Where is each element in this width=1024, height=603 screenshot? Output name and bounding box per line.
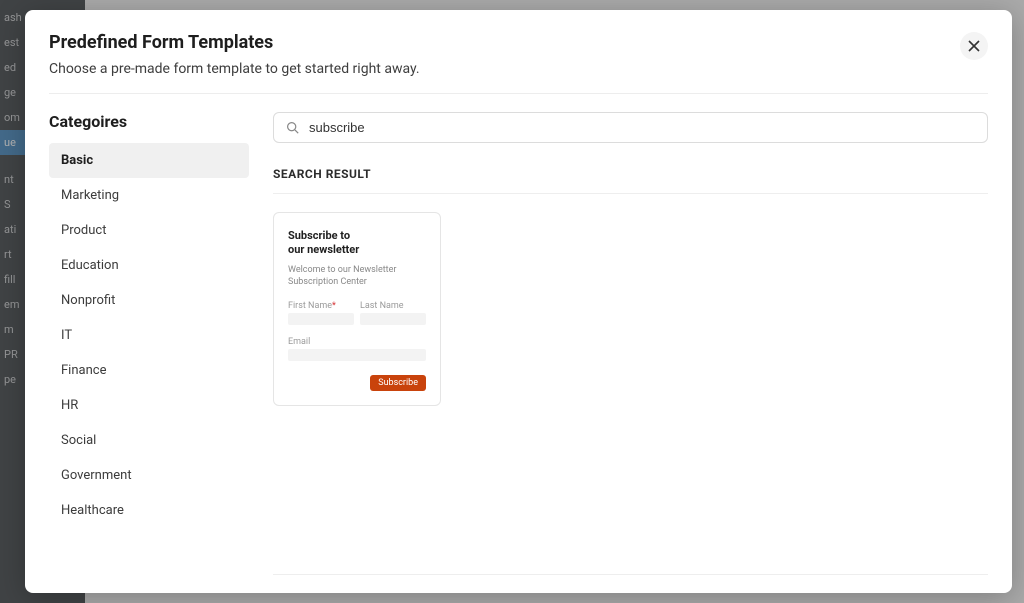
modal-title: Predefined Form Templates xyxy=(49,32,988,53)
category-item-hr[interactable]: HR xyxy=(49,388,249,423)
search-icon xyxy=(286,121,299,134)
email-label: Email xyxy=(288,337,426,347)
template-row-email: Email xyxy=(288,337,426,361)
first-name-label: First Name* xyxy=(288,301,354,311)
modal-subtitle: Choose a pre-made form template to get s… xyxy=(49,61,988,77)
subscribe-button-preview: Subscribe xyxy=(370,375,426,391)
category-item-social[interactable]: Social xyxy=(49,423,249,458)
results-area[interactable]: Subscribe to our newsletter Welcome to o… xyxy=(273,193,988,575)
search-result-label: SEARCH RESULT xyxy=(273,167,988,181)
category-item-education[interactable]: Education xyxy=(49,248,249,283)
first-name-text: First Name xyxy=(288,301,332,311)
category-item-marketing[interactable]: Marketing xyxy=(49,178,249,213)
last-name-input-preview xyxy=(360,313,426,325)
category-item-finance[interactable]: Finance xyxy=(49,353,249,388)
field-email: Email xyxy=(288,337,426,361)
modal-header: Predefined Form Templates Choose a pre-m… xyxy=(49,32,988,94)
field-first-name: First Name* xyxy=(288,301,354,325)
template-button-row: Subscribe xyxy=(288,375,426,391)
search-input[interactable] xyxy=(309,120,975,135)
last-name-label: Last Name xyxy=(360,301,426,311)
category-item-product[interactable]: Product xyxy=(49,213,249,248)
category-item-basic[interactable]: Basic xyxy=(49,143,249,178)
close-icon xyxy=(968,40,980,52)
first-name-input-preview xyxy=(288,313,354,325)
main-panel: SEARCH RESULT Subscribe to our newslette… xyxy=(249,112,988,575)
template-title-line1: Subscribe to xyxy=(288,229,350,242)
templates-modal: Predefined Form Templates Choose a pre-m… xyxy=(25,10,1012,593)
close-button[interactable] xyxy=(960,32,988,60)
categories-sidebar: Categoires Basic Marketing Product Educa… xyxy=(49,112,249,575)
category-item-government[interactable]: Government xyxy=(49,458,249,493)
categories-title: Categoires xyxy=(49,112,249,131)
category-list: Basic Marketing Product Education Nonpro… xyxy=(49,143,249,528)
template-row-name: First Name* Last Name xyxy=(288,301,426,325)
category-item-it[interactable]: IT xyxy=(49,318,249,353)
template-card-newsletter[interactable]: Subscribe to our newsletter Welcome to o… xyxy=(273,212,441,406)
category-item-healthcare[interactable]: Healthcare xyxy=(49,493,249,528)
template-description: Welcome to our Newsletter Subscription C… xyxy=(288,264,426,289)
category-item-nonprofit[interactable]: Nonprofit xyxy=(49,283,249,318)
template-title-line2: our newsletter xyxy=(288,243,359,256)
results-inner: Subscribe to our newsletter Welcome to o… xyxy=(273,212,988,564)
field-last-name: Last Name xyxy=(360,301,426,325)
required-marker: * xyxy=(332,301,336,311)
modal-body: Categoires Basic Marketing Product Educa… xyxy=(49,94,988,575)
email-input-preview xyxy=(288,349,426,361)
search-wrap[interactable] xyxy=(273,112,988,143)
template-title: Subscribe to our newsletter xyxy=(288,229,426,258)
